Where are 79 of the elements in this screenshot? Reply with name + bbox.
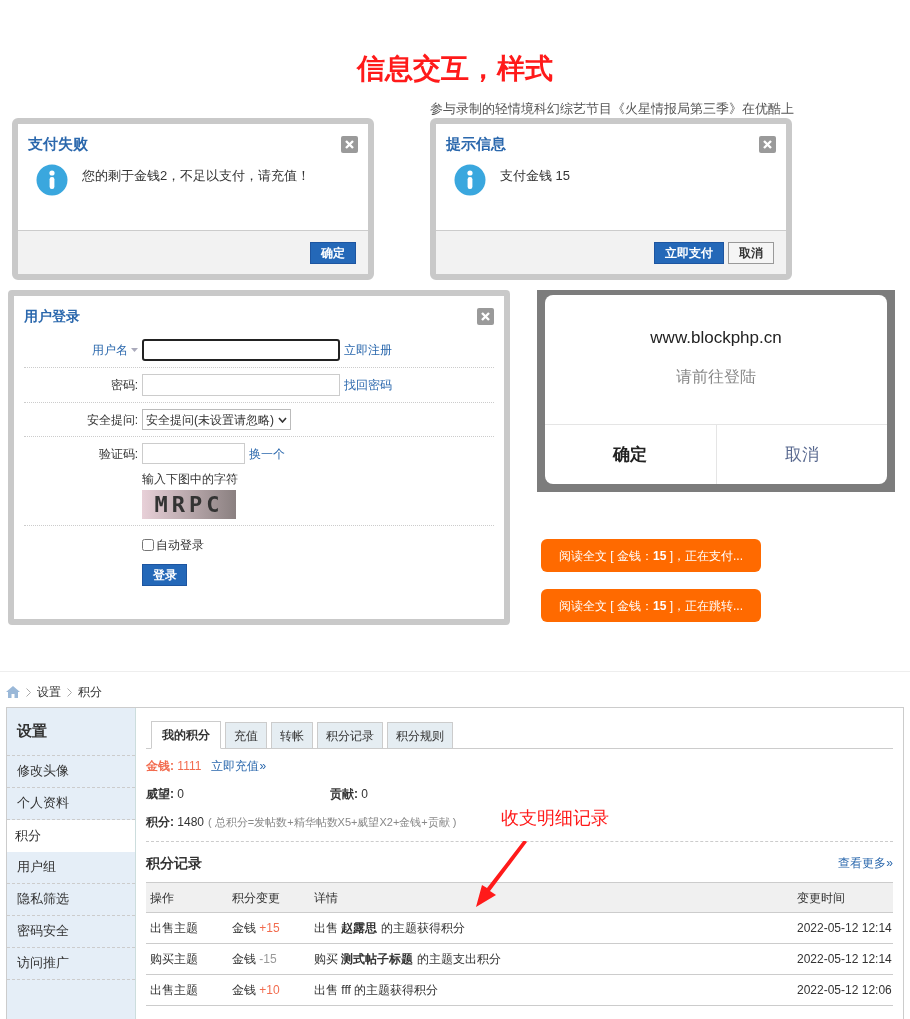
cancel-button[interactable]: 取消: [728, 241, 774, 264]
field-label: 验证码:: [98, 445, 138, 463]
tab[interactable]: 我的积分: [151, 721, 221, 749]
confirm-button[interactable]: 确定: [545, 425, 717, 484]
tab[interactable]: 充值: [225, 722, 267, 748]
confirm-button[interactable]: 立即支付: [654, 241, 724, 264]
username-dropdown[interactable]: 用户名: [92, 341, 128, 359]
info-icon: [454, 164, 486, 196]
breadcrumb-link[interactable]: 设置: [37, 683, 61, 701]
username-field[interactable]: [142, 339, 340, 361]
dialog-title: 支付失败: [28, 133, 88, 154]
field-label: 密码:: [110, 377, 138, 394]
captcha-image: MRPC: [142, 490, 236, 519]
field-link[interactable]: 换一个: [249, 444, 285, 463]
sidebar-item[interactable]: 用户组: [7, 851, 135, 884]
sidebar-item[interactable]: 密码安全: [7, 915, 135, 948]
close-icon[interactable]: [477, 308, 494, 325]
table-cell-text: 出售 赵露思 的主题获得积分: [314, 920, 466, 937]
alert-message: 请前往登陆: [676, 366, 756, 387]
info-icon: [36, 164, 68, 196]
captcha-hint: 输入下图中的字符: [142, 471, 239, 488]
background-text: 参与录制的轻情境科幻综艺节目《火星情报局第三季》在优酷上: [430, 100, 792, 118]
column-header: 积分变更: [232, 889, 281, 907]
chevron-icon: [67, 687, 72, 697]
annotation-label: 收支明细记录: [501, 807, 609, 830]
home-icon[interactable]: [6, 686, 20, 698]
table-cell-text: 2022-05-12 12:06: [797, 982, 889, 999]
points-formula: ( 总积分=发帖数+精华帖数X5+威望X2+金钱+贡献 ): [208, 814, 457, 830]
chevron-icon[interactable]: [278, 416, 287, 423]
table-cell-text: 出售主题: [150, 920, 199, 937]
tab[interactable]: 积分规则: [387, 722, 453, 748]
remember-label: 自动登录: [156, 537, 204, 554]
section-title: 积分记录: [146, 853, 202, 873]
table-cell-text: 购买主题: [150, 951, 199, 968]
login-button[interactable]: 登录: [142, 564, 187, 586]
remember-checkbox[interactable]: [142, 539, 154, 551]
annotation-arrow: [474, 841, 529, 909]
column-header: 变更时间: [797, 889, 846, 907]
table-cell-text: 金钱 +15: [232, 920, 281, 937]
sidebar-item[interactable]: 积分: [7, 819, 135, 852]
sidebar-item[interactable]: 访问推广: [7, 947, 135, 980]
confirm-button[interactable]: 确定: [310, 241, 356, 264]
dialog-message: 您的剩于金钱2，不足以支付，请充值！: [82, 167, 311, 185]
page-title: 信息交互，样式: [357, 52, 553, 86]
stat-value: 贡献: 0: [330, 786, 370, 803]
sidebar-item[interactable]: 个人资料: [7, 787, 135, 820]
alert-site: www.blockphp.cn: [650, 327, 782, 349]
dialog-title: 提示信息: [446, 133, 506, 154]
table-cell-text: 出售 fff 的主题获得积分: [314, 982, 440, 999]
column-header: 详情: [314, 889, 339, 907]
close-icon[interactable]: [759, 135, 776, 153]
captcha-field[interactable]: [142, 443, 245, 464]
close-icon[interactable]: [341, 135, 358, 153]
field-label: 安全提问:: [86, 411, 138, 429]
tab[interactable]: 转帐: [271, 722, 313, 748]
recharge-link[interactable]: 立即充值»: [211, 757, 267, 775]
cancel-button[interactable]: 取消: [716, 425, 887, 484]
question-select[interactable]: 安全提问(未设置请忽略): [142, 409, 291, 430]
table-cell-text: 金钱 +10: [232, 982, 281, 999]
sidebar-item[interactable]: 修改头像: [7, 755, 135, 788]
table-cell-text: 出售主题: [150, 982, 199, 999]
chevron-icon: [26, 687, 31, 697]
stat-value: 威望: 0: [146, 786, 186, 803]
password-field[interactable]: [142, 374, 340, 396]
field-link[interactable]: 找回密码: [344, 376, 392, 394]
tab[interactable]: 积分记录: [317, 722, 383, 748]
more-link[interactable]: 查看更多»: [838, 854, 893, 872]
dialog-title: 用户登录: [24, 307, 80, 326]
field-link[interactable]: 立即注册: [344, 341, 392, 359]
sidebar-item[interactable]: 隐私筛选: [7, 883, 135, 916]
total-points: 积分: 1480: [146, 814, 205, 831]
dialog-message: 支付金钱 15: [500, 167, 571, 185]
caret-icon[interactable]: [131, 348, 138, 352]
money-value: 金钱: 1111: [146, 758, 202, 775]
table-cell-text: 购买 测式帖子标题 的主题支出积分: [314, 951, 502, 968]
column-header: 操作: [150, 889, 175, 907]
sidebar-title: 设置: [7, 708, 135, 756]
breadcrumb-link[interactable]: 积分: [78, 683, 102, 701]
table-cell-text: 金钱 -15: [232, 951, 278, 968]
